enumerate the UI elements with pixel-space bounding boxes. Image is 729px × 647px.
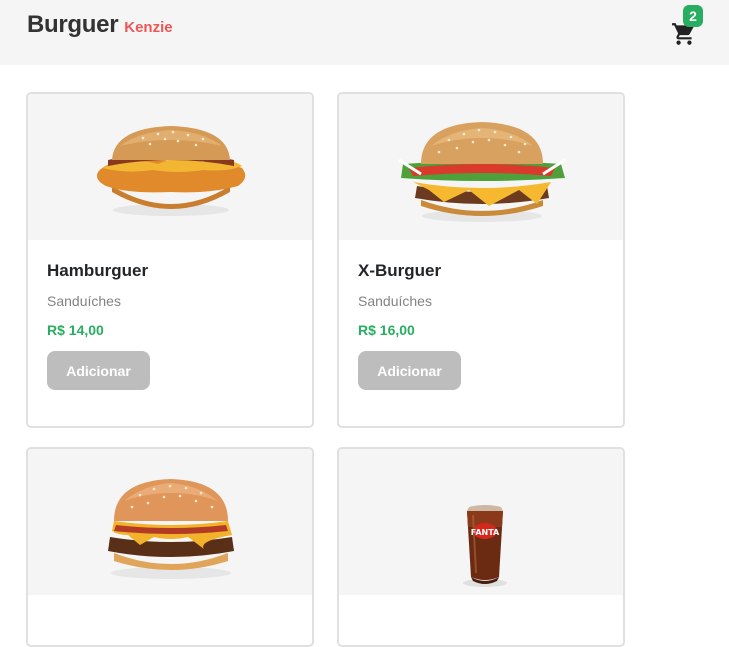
fanta-logo: FANTA <box>471 528 500 537</box>
brand-sub-text: Kenzie <box>124 19 173 36</box>
product-card: X-Burguer Sanduíches R$ 16,00 Adicionar <box>337 92 625 428</box>
product-price: R$ 16,00 <box>358 322 415 338</box>
add-to-cart-button[interactable]: Adicionar <box>47 351 150 390</box>
chicken-burger-image <box>28 94 312 240</box>
add-to-cart-button[interactable]: Adicionar <box>358 351 461 390</box>
product-name: Hamburguer <box>47 261 149 280</box>
cart-count-badge: 2 <box>683 5 703 27</box>
product-card: FANTA <box>337 447 625 647</box>
burger-image <box>28 449 312 595</box>
brand-logo[interactable]: Burguer Kenzie <box>27 11 173 39</box>
product-name: X-Burguer <box>358 261 442 280</box>
product-card <box>26 447 314 647</box>
header: Burguer Kenzie 2 <box>0 0 729 65</box>
product-category: Sanduíches <box>358 293 432 309</box>
soda-glass-image: FANTA <box>339 449 623 595</box>
product-category: Sanduíches <box>47 293 121 309</box>
product-price: R$ 14,00 <box>47 322 104 338</box>
cheeseburger-image <box>339 94 623 240</box>
brand-main-text: Burguer <box>27 11 119 38</box>
product-card: Hamburguer Sanduíches R$ 14,00 Adicionar <box>26 92 314 428</box>
